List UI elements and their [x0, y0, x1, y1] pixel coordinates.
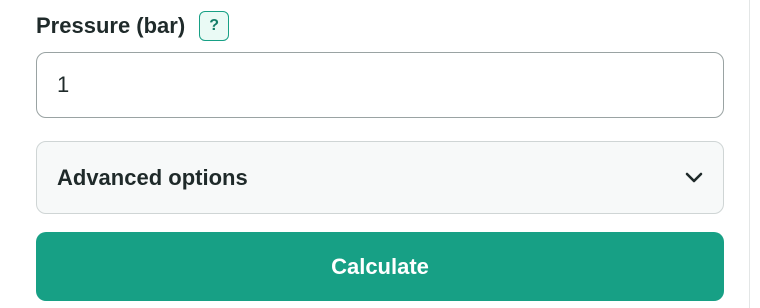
chevron-down-icon — [683, 167, 705, 189]
pressure-label-row: Pressure (bar) ? — [36, 8, 230, 44]
advanced-options-toggle[interactable]: Advanced options — [36, 141, 724, 214]
pressure-help-button[interactable]: ? — [199, 11, 230, 41]
advanced-options-label: Advanced options — [57, 164, 248, 190]
calculate-button[interactable]: Calculate — [36, 232, 724, 301]
pressure-field-label: Pressure (bar) — [36, 13, 186, 38]
pressure-input[interactable] — [36, 52, 724, 118]
calculator-form-panel: Pressure (bar) ? Advanced options Calcul… — [0, 0, 750, 308]
